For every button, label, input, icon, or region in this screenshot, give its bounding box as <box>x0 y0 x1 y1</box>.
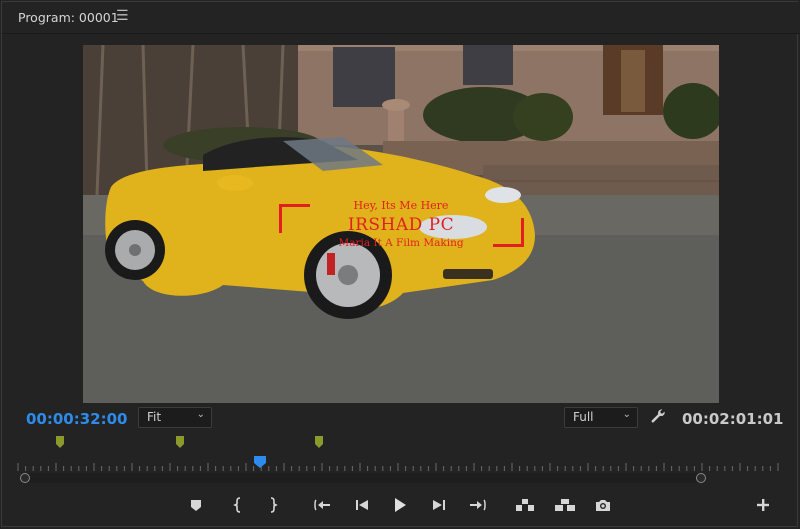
step-forward-icon <box>433 500 445 510</box>
step-back-button[interactable] <box>350 493 374 517</box>
video-preview[interactable]: Hey, Its Me Here IRSHAD PC Maria It A Fi… <box>83 45 719 403</box>
lift-icon <box>516 499 534 511</box>
wrench-icon[interactable] <box>650 408 666 428</box>
go-to-out-icon <box>470 499 486 511</box>
timeline-marker[interactable] <box>56 436 64 448</box>
plus-icon <box>757 499 769 511</box>
overlay-bracket-top-left <box>279 204 310 233</box>
overlay-line-1: Hey, Its Me Here <box>353 199 449 212</box>
play-icon <box>395 498 406 512</box>
camera-icon <box>596 500 610 511</box>
panel-title[interactable]: Program: 00001 <box>18 10 119 25</box>
zoom-level-value: Fit <box>147 410 162 424</box>
play-button[interactable] <box>388 493 412 517</box>
overlay-bracket-bottom-right <box>493 218 524 247</box>
panel-menu-icon[interactable]: ☰ <box>116 8 129 24</box>
go-to-in-icon <box>314 499 330 511</box>
extract-button[interactable] <box>553 493 577 517</box>
playhead[interactable] <box>254 456 266 468</box>
timeline-marker[interactable] <box>315 436 323 448</box>
export-frame-button[interactable] <box>591 493 615 517</box>
mark-out-icon <box>270 497 278 513</box>
zoom-level-select[interactable]: Fit ⌄ <box>138 407 212 428</box>
panel-header: Program: 00001 ☰ <box>2 2 800 34</box>
overlay-title: IRSHAD PC <box>347 215 455 235</box>
chevron-down-icon: ⌄ <box>622 409 631 420</box>
button-editor-button[interactable] <box>751 493 775 517</box>
timeline-marker[interactable] <box>176 436 184 448</box>
time-ruler[interactable] <box>16 460 784 472</box>
marker-icon <box>191 500 201 511</box>
chevron-down-icon: ⌄ <box>196 409 205 420</box>
zoom-scroll-bar[interactable] <box>20 473 706 483</box>
current-timecode[interactable]: 00:00:32:00 <box>26 410 128 428</box>
playback-resolution-value: Full <box>573 410 594 424</box>
extract-icon <box>555 499 575 511</box>
add-marker-button[interactable] <box>184 493 208 517</box>
mark-out-button[interactable] <box>261 493 285 517</box>
go-to-in-button[interactable] <box>311 493 335 517</box>
lift-button[interactable] <box>513 493 537 517</box>
step-back-icon <box>356 500 368 510</box>
step-forward-button[interactable] <box>427 493 451 517</box>
mark-in-button[interactable] <box>226 493 250 517</box>
zoom-handle-left[interactable] <box>20 473 30 483</box>
overlay-line-3: Maria It A Film Making <box>338 237 464 249</box>
playback-resolution-select[interactable]: Full ⌄ <box>564 407 638 428</box>
zoom-handle-right[interactable] <box>696 473 706 483</box>
transport-controls <box>0 493 800 517</box>
duration-timecode: 00:02:01:01 <box>682 410 784 428</box>
mark-in-icon <box>233 497 241 513</box>
go-to-out-button[interactable] <box>465 493 489 517</box>
